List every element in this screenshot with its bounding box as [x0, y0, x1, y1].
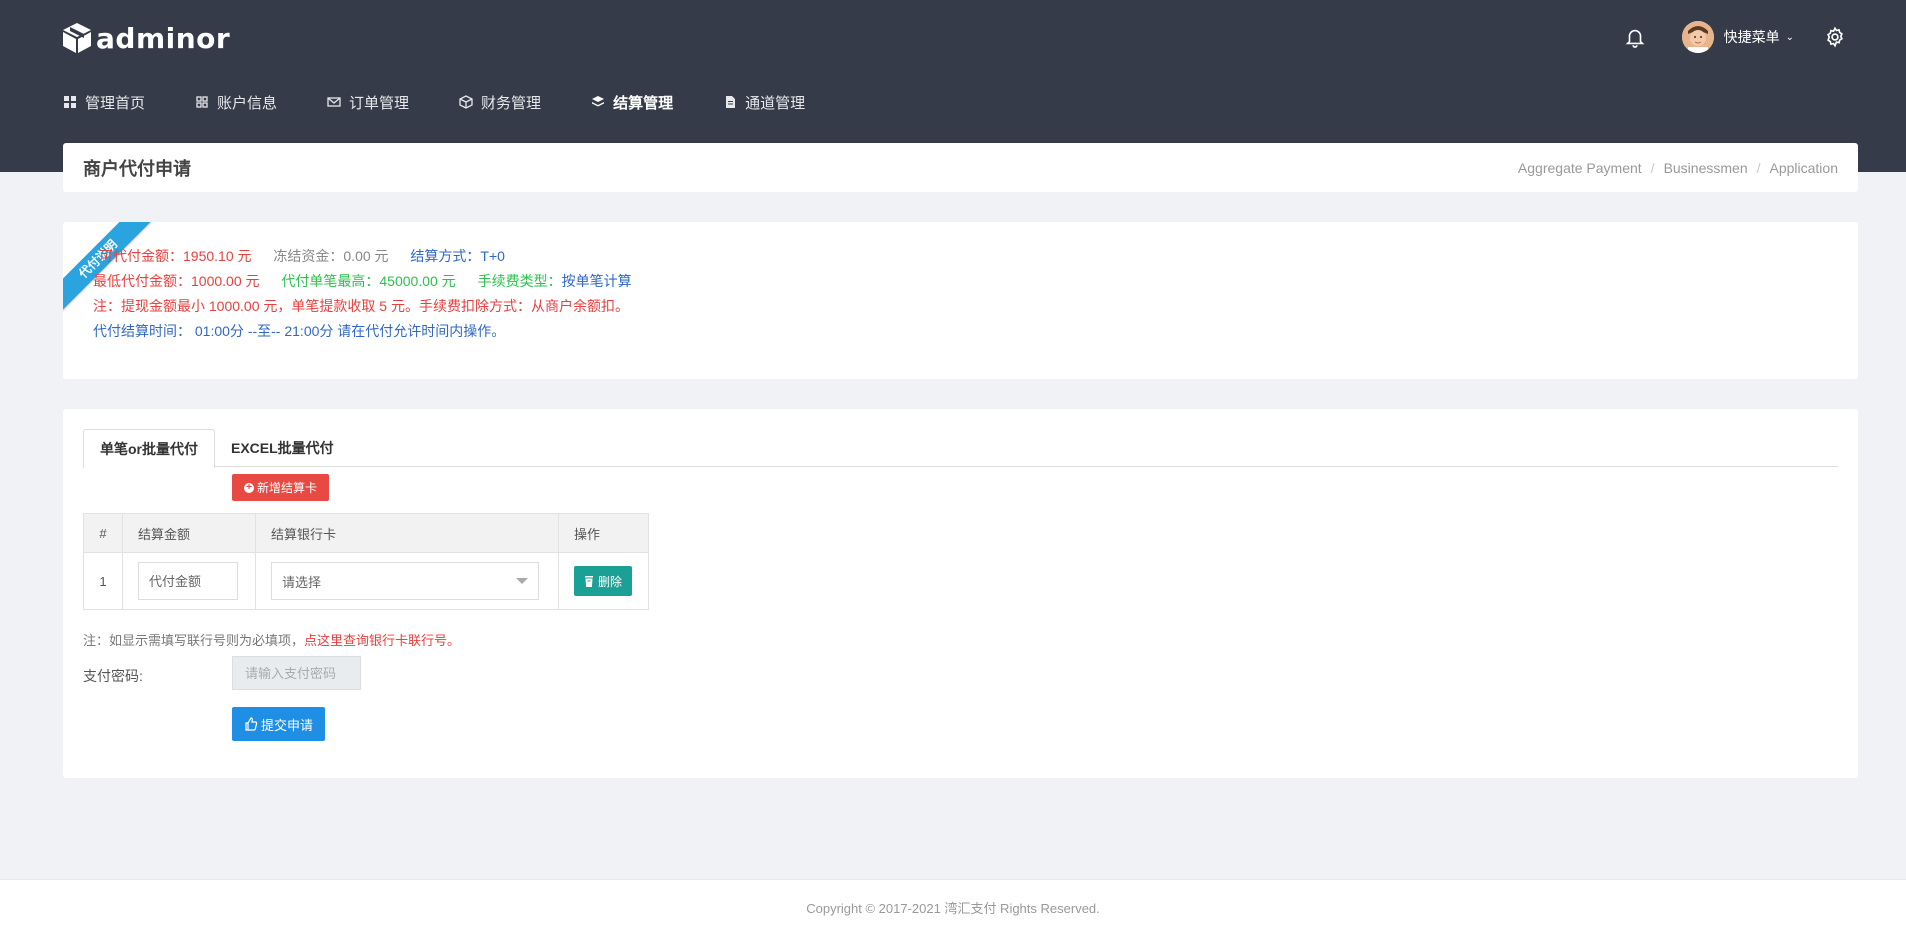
quick-menu-dropdown[interactable]: 快捷菜单 ⌄ [1724, 27, 1794, 47]
copyright-text: Copyright © 2017-2021 湾汇支付 Rights Reserv… [806, 901, 1100, 916]
column-header: 结算银行卡 [255, 513, 559, 553]
table-row: 1 请选择 删除 [83, 552, 649, 610]
quick-menu-label: 快捷菜单 [1723, 29, 1780, 45]
delete-label: 删除 [598, 574, 623, 589]
submit-button[interactable]: 提交申请 [232, 707, 326, 741]
bank-cell: 请选择 [255, 552, 559, 610]
nav-item-label: 管理首页 [85, 94, 146, 112]
fee-note: 注：提现金额最小 1000.00 元，单笔提款收取 5 元。手续费扣除方式：从商… [93, 298, 629, 314]
thumbs-up-icon [245, 717, 258, 731]
bank-code-note: 注：如显示需填写联行号则为必填项，点这里查询银行卡联行号。 [83, 630, 460, 649]
bank-card-select[interactable]: 请选择 [271, 562, 539, 600]
amount-input[interactable] [138, 562, 238, 600]
nav-item-label: 通道管理 [745, 94, 806, 112]
header-actions: 快捷菜单 ⌄ [1624, 20, 1846, 54]
action-cell: 删除 [558, 552, 649, 610]
bank-select-placeholder: 请选择 [282, 574, 322, 590]
nav-item-label: 订单管理 [349, 94, 410, 112]
main-nav: 管理首页 账户信息 订单管理 财务管理 结算管理 通道管理 [63, 90, 855, 114]
dropdown-arrow-icon [516, 578, 528, 584]
logo-text: adminor [96, 21, 231, 55]
breadcrumb-item[interactable]: Businessmen [1664, 160, 1748, 176]
nav-item-label: 结算管理 [613, 94, 674, 112]
trash-icon [585, 575, 593, 587]
tab-bar: 单笔or批量代付 EXCEL批量代付 [83, 429, 1838, 468]
settlement-time: 代付结算时间： 01:00分 --至-- 21:00分 请在代付允许时间内操作。 [93, 323, 506, 339]
available-amount: 可代付金额：1950.10 元 [99, 248, 252, 264]
payout-form-card: 单笔or批量代付 EXCEL批量代付 + 新增结算卡 # 结算金额 结算银行卡 … [63, 409, 1858, 778]
document-icon [723, 95, 737, 109]
min-amount: 最低代付金额：1000.00 元 [93, 273, 260, 289]
fee-type: 手续费类型：按单笔计算 [478, 273, 650, 289]
add-card-button[interactable]: + 新增结算卡 [232, 474, 330, 501]
password-input[interactable] [232, 656, 361, 690]
page-title: 商户代付申请 [83, 158, 191, 179]
page-heading: 商户代付申请 Aggregate Payment / Businessmen /… [63, 143, 1858, 192]
chevron-down-icon: ⌄ [1785, 31, 1794, 43]
mail-icon [327, 95, 341, 109]
max-single-amount: 代付单笔最高：45000.00 元 [281, 273, 456, 289]
breadcrumb-item[interactable]: Aggregate Payment [1518, 160, 1642, 176]
nav-item-finance[interactable]: 财务管理 [459, 92, 541, 113]
column-header: # [83, 513, 123, 553]
settlement-table: # 结算金额 结算银行卡 操作 1 请选择 [83, 513, 649, 610]
layers-icon [591, 95, 605, 109]
info-line: 可代付金额：1950.10 元 冻结资金：0.00 元 结算方式：T+0 [93, 244, 650, 269]
breadcrumb: Aggregate Payment / Businessmen / Applic… [1518, 160, 1838, 176]
fee-type-value: 按单笔计算 [561, 273, 632, 289]
info-lines: 可代付金额：1950.10 元 冻结资金：0.00 元 结算方式：T+0 最低代… [93, 244, 650, 344]
delete-row-button[interactable]: 删除 [574, 566, 633, 596]
nav-item-account[interactable]: 账户信息 [195, 92, 277, 113]
nav-item-settlement[interactable]: 结算管理 [591, 92, 673, 113]
bell-icon[interactable] [1624, 26, 1646, 48]
logo[interactable]: adminor [62, 18, 230, 58]
footer: Copyright © 2017-2021 湾汇支付 Rights Reserv… [0, 879, 1906, 935]
tab-single-batch[interactable]: 单笔or批量代付 [83, 429, 215, 468]
column-header: 操作 [558, 513, 649, 553]
box-icon [459, 95, 473, 109]
nav-item-channel[interactable]: 通道管理 [723, 92, 805, 113]
plus-circle-icon: + [244, 482, 254, 493]
dashboard-icon [63, 95, 77, 109]
grid-icon [195, 95, 209, 109]
breadcrumb-separator: / [1756, 159, 1761, 176]
nav-item-label: 财务管理 [481, 94, 542, 112]
submit-label: 提交申请 [261, 717, 314, 733]
add-card-label: 新增结算卡 [257, 481, 318, 495]
gear-icon[interactable] [1824, 26, 1846, 48]
payout-info-card: 代付说明 可代付金额：1950.10 元 冻结资金：0.00 元 结算方式：T+… [63, 222, 1858, 379]
nav-item-home[interactable]: 管理首页 [63, 92, 145, 113]
avatar[interactable] [1681, 21, 1714, 53]
settlement-method: 结算方式：T+0 [410, 248, 505, 264]
fee-type-label: 手续费类型： [477, 273, 562, 289]
tab-excel-batch[interactable]: EXCEL批量代付 [215, 429, 350, 467]
column-header: 结算金额 [122, 513, 256, 553]
info-line: 最低代付金额：1000.00 元 代付单笔最高：45000.00 元 手续费类型… [93, 269, 650, 294]
nav-item-orders[interactable]: 订单管理 [327, 92, 409, 113]
breadcrumb-item: Application [1769, 159, 1839, 176]
bank-code-lookup-link[interactable]: 点这里查询银行卡联行号。 [304, 633, 460, 648]
breadcrumb-separator: / [1650, 159, 1655, 176]
password-label: 支付密码: [83, 668, 143, 684]
nav-item-label: 账户信息 [217, 94, 278, 112]
row-index: 1 [83, 552, 123, 610]
frozen-funds: 冻结资金：0.00 元 [273, 248, 389, 264]
table-header-row: # 结算金额 结算银行卡 操作 [83, 513, 649, 553]
note-text: 注：如显示需填写联行号则为必填项， [83, 633, 305, 648]
amount-cell [122, 552, 256, 610]
cube-logo-icon [63, 23, 91, 53]
